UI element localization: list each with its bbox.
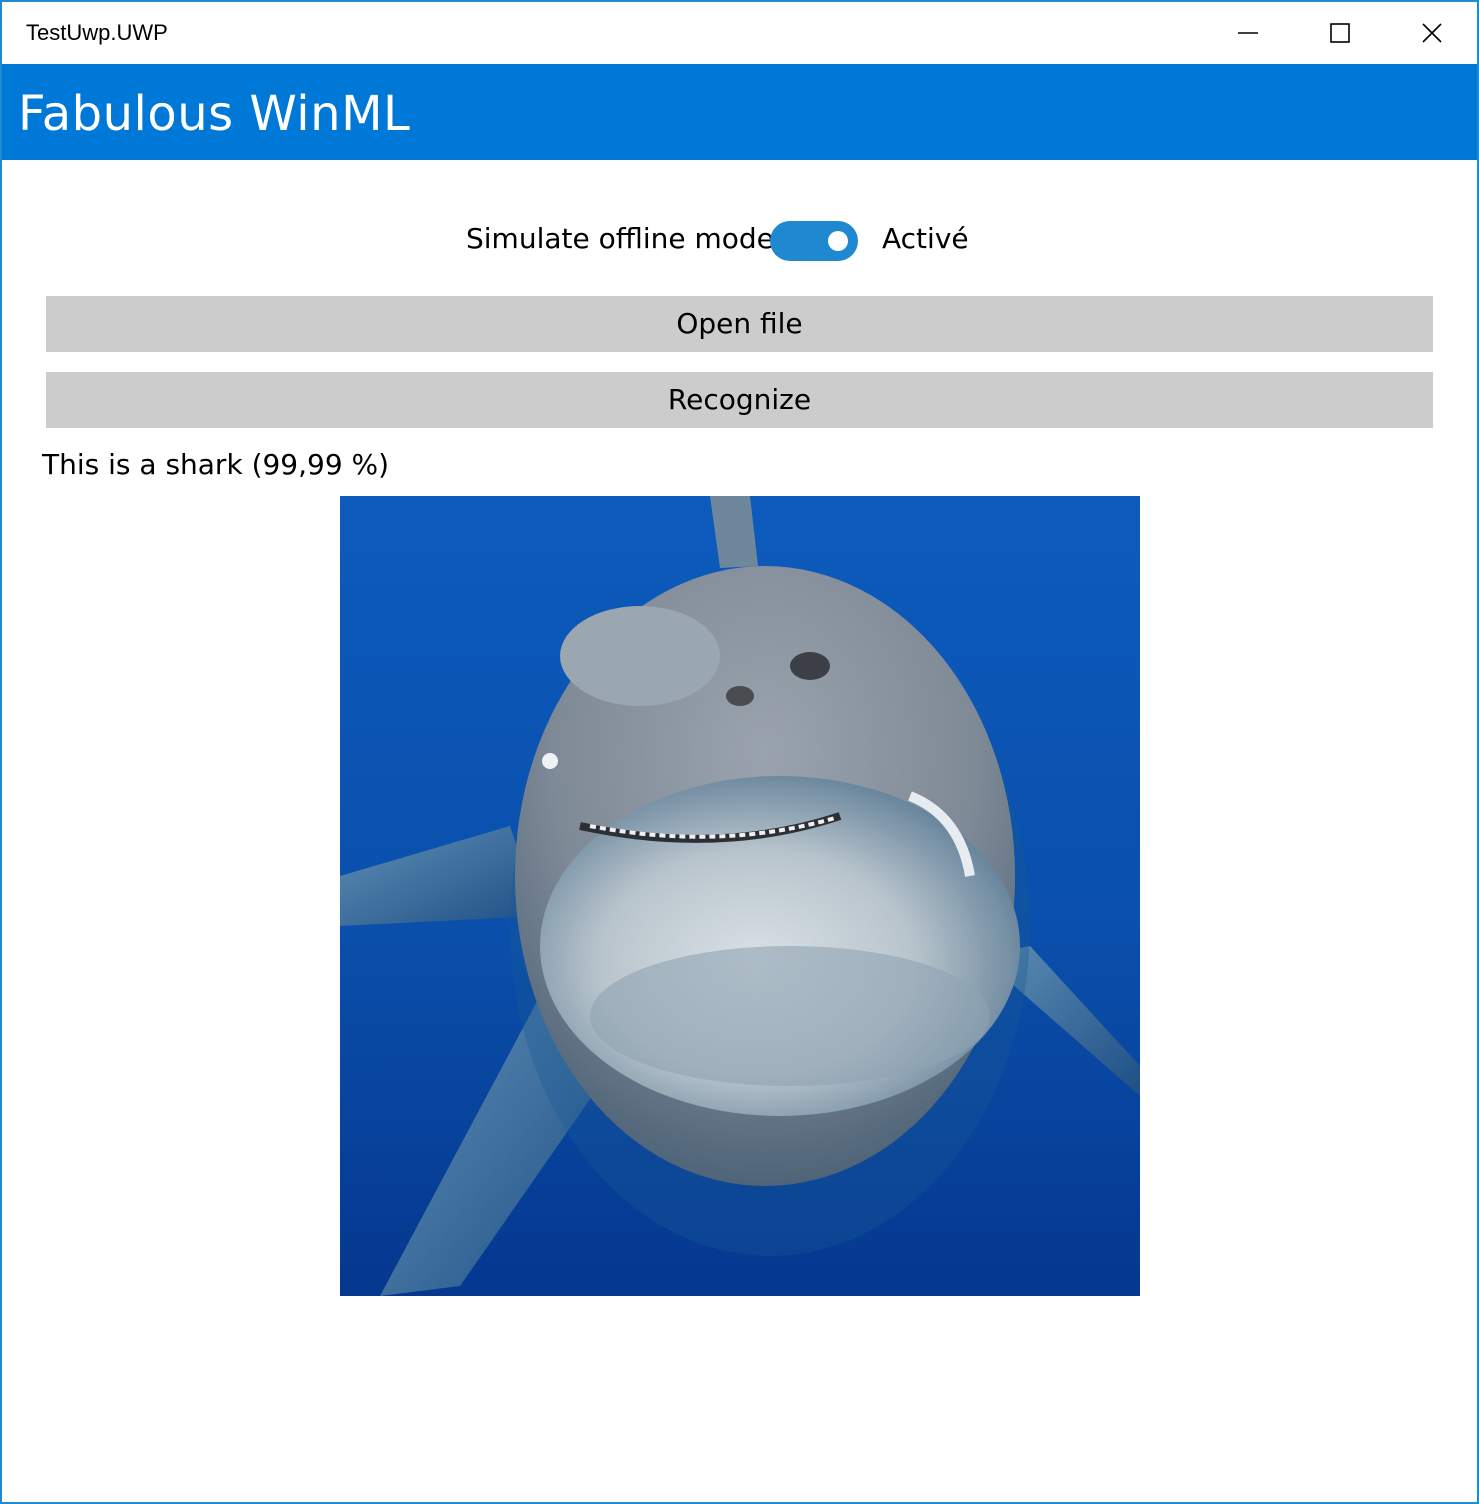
toggle-knob [828,231,848,251]
maximize-button[interactable] [1294,2,1386,64]
shark-photo [340,496,1140,1296]
minimize-icon [1238,32,1258,34]
recognize-button[interactable]: Recognize [46,372,1433,428]
offline-toggle-switch[interactable] [770,221,858,261]
recognition-result: This is a shark (99,99 %) [42,448,390,481]
offline-toggle-row: Simulate offline mode Activé [2,218,1477,266]
offline-toggle-label: Simulate offline mode [466,222,774,255]
minimize-button[interactable] [1202,2,1294,64]
close-icon [1422,23,1442,43]
title-bar[interactable]: TestUwp.UWP [2,2,1477,64]
app-title: Fabulous WinML [18,86,411,142]
app-window: TestUwp.UWP Fabulous WinML Simulate offl… [0,0,1479,1504]
close-button[interactable] [1386,2,1477,64]
open-file-button[interactable]: Open file [46,296,1433,352]
maximize-icon [1330,23,1350,43]
shark-image [340,496,1140,1296]
window-title: TestUwp.UWP [26,20,168,45]
offline-toggle-state: Activé [882,222,969,255]
app-header: Fabulous WinML [2,64,1477,160]
